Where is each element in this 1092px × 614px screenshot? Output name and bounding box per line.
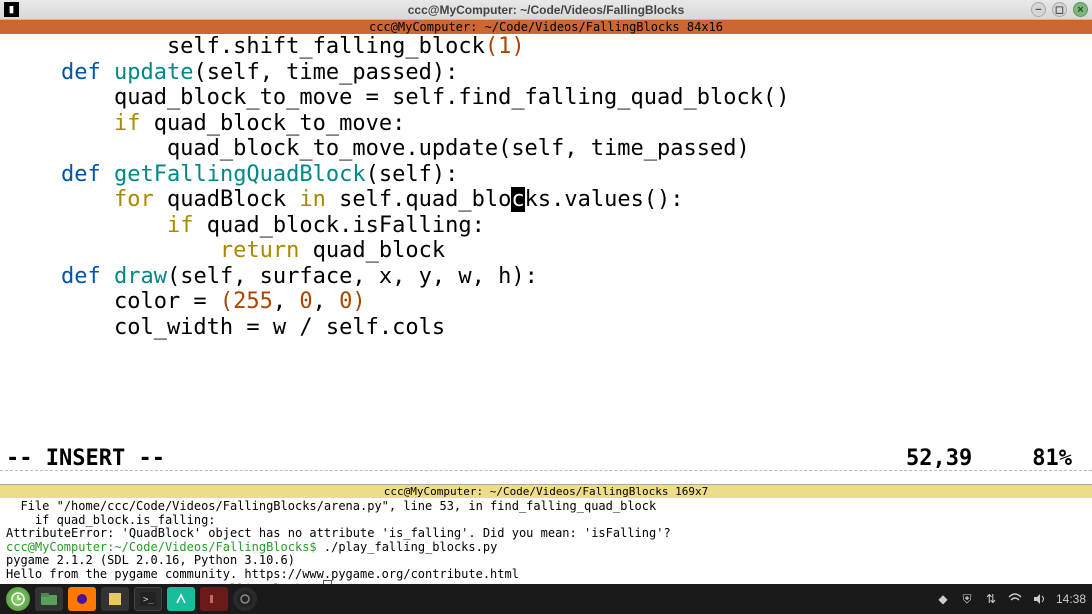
terminal-line: Hello from the pygame community. https:/…	[6, 568, 1086, 582]
code-line: return quad_block	[0, 238, 1092, 264]
window-title: ccc@MyComputer: ~/Code/Videos/FallingBlo…	[408, 3, 685, 17]
tmux-pane-title-terminal: ccc@MyComputer: ~/Code/Videos/FallingBlo…	[0, 484, 1092, 498]
vim-cursor-position: 52,39	[906, 446, 1032, 471]
app-icon: ▮	[4, 2, 19, 17]
code-line: if quad_block_to_move:	[0, 111, 1092, 137]
code-line: if quad_block.isFalling:	[0, 213, 1092, 239]
terminal-line: pygame 2.1.2 (SDL 2.0.16, Python 3.10.6)	[6, 554, 1086, 568]
code-line: quad_block_to_move = self.find_falling_q…	[0, 85, 1092, 111]
window-titlebar: ▮ ccc@MyComputer: ~/Code/Videos/FallingB…	[0, 0, 1092, 20]
obs-taskbar-icon[interactable]	[233, 587, 257, 611]
close-button[interactable]: ×	[1073, 2, 1088, 17]
terminal-line: if quad_block.is_falling:	[6, 514, 1086, 528]
vim-scroll-percent: 81%	[1032, 446, 1092, 471]
files-taskbar-icon[interactable]	[35, 587, 63, 611]
volume-icon[interactable]	[1032, 592, 1046, 606]
window-controls: − ◻ ×	[1031, 2, 1088, 17]
tmux-pane-title-editor: ccc@MyComputer: ~/Code/Videos/FallingBlo…	[0, 20, 1092, 34]
code-line: self.shift_falling_block(1)	[0, 34, 1092, 60]
network-icon[interactable]: ⇅	[984, 592, 998, 606]
vim-editor[interactable]: self.shift_falling_block(1) def update(s…	[0, 34, 1092, 446]
firefox-taskbar-icon[interactable]	[68, 587, 96, 611]
maximize-button[interactable]: ◻	[1052, 2, 1067, 17]
vim-status-bar: -- INSERT -- 52,39 81%	[0, 446, 1092, 470]
terminal-line: AttributeError: 'QuadBlock' object has n…	[6, 527, 1086, 541]
shield-icon[interactable]: ⛨	[960, 592, 974, 606]
app3-taskbar-icon[interactable]	[200, 587, 228, 611]
vim-mode: -- INSERT --	[0, 446, 165, 471]
wifi-icon[interactable]	[1008, 592, 1022, 606]
taskbar: >_ ◆ ⛨ ⇅ 14:38	[0, 584, 1092, 614]
start-menu-button[interactable]	[6, 587, 30, 611]
terminal-line: File "/home/ccc/Code/Videos/FallingBlock…	[6, 500, 1086, 514]
cursor: c	[511, 187, 524, 212]
code-line: quad_block_to_move.update(self, time_pas…	[0, 136, 1092, 162]
system-tray: ◆ ⛨ ⇅ 14:38	[936, 592, 1086, 606]
code-line: def draw(self, surface, x, y, w, h):	[0, 264, 1092, 290]
app-taskbar-icon[interactable]	[101, 587, 129, 611]
tmux-separator[interactable]	[0, 470, 1092, 484]
code-line: color = (255, 0, 0)	[0, 289, 1092, 315]
terminal-pane[interactable]: File "/home/ccc/Code/Videos/FallingBlock…	[0, 498, 1092, 592]
code-line: col_width = w / self.cols	[0, 315, 1092, 341]
tray-icon[interactable]: ◆	[936, 592, 950, 606]
svg-text:>_: >_	[143, 595, 154, 605]
code-line: for quadBlock in self.quad_blocks.values…	[0, 187, 1092, 213]
clock[interactable]: 14:38	[1056, 592, 1086, 606]
terminal-taskbar-icon[interactable]: >_	[134, 587, 162, 611]
code-line: def getFallingQuadBlock(self):	[0, 162, 1092, 188]
app2-taskbar-icon[interactable]	[167, 587, 195, 611]
code-line: def update(self, time_passed):	[0, 60, 1092, 86]
terminal-line: ccc@MyComputer:~/Code/Videos/FallingBloc…	[6, 541, 1086, 555]
minimize-button[interactable]: −	[1031, 2, 1046, 17]
